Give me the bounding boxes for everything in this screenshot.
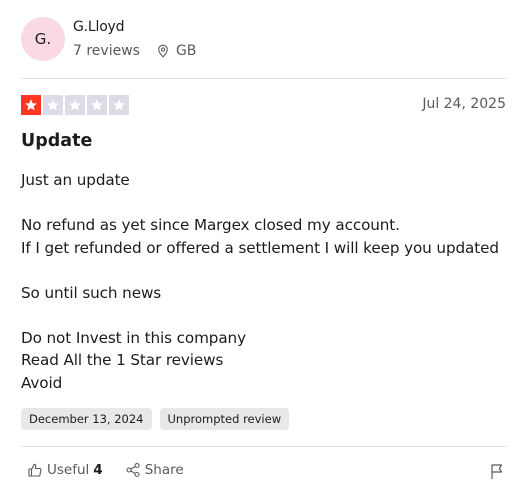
star-icon bbox=[87, 95, 107, 115]
country-code: GB bbox=[175, 43, 197, 59]
review-type-badge[interactable]: Unprompted review bbox=[159, 408, 290, 430]
review-body: Just an update No refund as yet since Ma… bbox=[21, 171, 499, 392]
star-rating bbox=[21, 95, 131, 115]
location-pin-icon bbox=[158, 44, 168, 58]
review-title: Update bbox=[21, 131, 93, 151]
review-date: Jul 24, 2025 bbox=[422, 96, 506, 112]
divider bbox=[21, 446, 507, 447]
review-tags: December 13, 2024 Unprompted review bbox=[21, 408, 297, 430]
reviewer-meta: 7 reviews GB bbox=[73, 43, 196, 59]
star-icon bbox=[43, 95, 63, 115]
review-count: 7 reviews bbox=[73, 43, 140, 59]
reviewer-info: G.Lloyd 7 reviews GB bbox=[73, 19, 196, 59]
avatar-initials: G. bbox=[34, 30, 52, 48]
review-actions: Useful 4 Share bbox=[27, 462, 206, 478]
reviewer-name[interactable]: G.Lloyd bbox=[73, 19, 196, 35]
share-label: Share bbox=[144, 462, 184, 478]
star-icon bbox=[65, 95, 85, 115]
useful-label: Useful bbox=[47, 462, 90, 478]
reviewer-header: G. G.Lloyd 7 reviews GB bbox=[21, 17, 196, 61]
star-icon bbox=[21, 95, 41, 115]
useful-button[interactable]: Useful 4 bbox=[27, 462, 103, 478]
useful-count: 4 bbox=[93, 462, 103, 478]
flag-icon bbox=[491, 464, 503, 479]
experience-date-badge: December 13, 2024 bbox=[21, 408, 152, 430]
star-icon bbox=[109, 95, 129, 115]
thumbs-up-icon bbox=[28, 463, 42, 477]
share-button[interactable]: Share bbox=[125, 462, 184, 478]
share-icon bbox=[126, 462, 140, 478]
divider bbox=[21, 78, 507, 79]
report-button[interactable] bbox=[489, 463, 505, 484]
avatar[interactable]: G. bbox=[21, 17, 65, 61]
reviewer-location: GB bbox=[156, 43, 196, 59]
